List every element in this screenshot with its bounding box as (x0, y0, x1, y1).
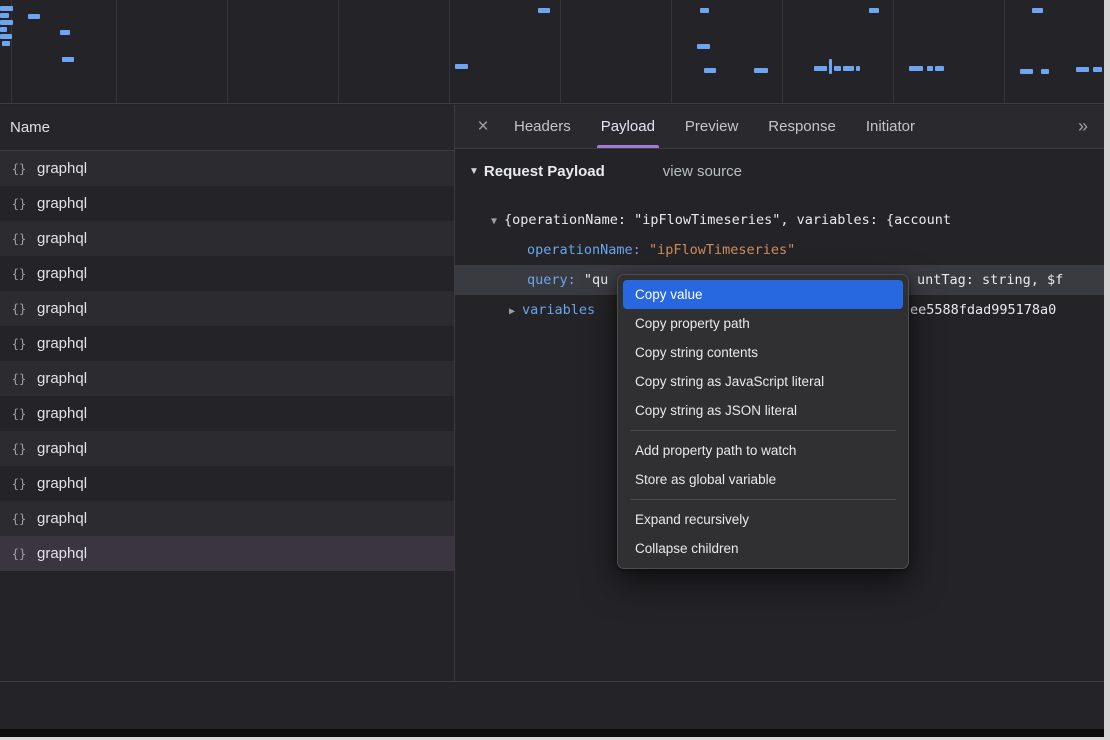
menu-item-copy-string-js-literal[interactable]: Copy string as JavaScript literal (623, 367, 903, 396)
tab-response[interactable]: Response (753, 105, 851, 148)
tab-headers[interactable]: Headers (499, 105, 586, 148)
network-request-table: Name {} graphql {} graphql {} graphql {} gra… (0, 105, 454, 681)
property-value: "qu (584, 272, 608, 288)
json-braces-icon: {} (10, 162, 28, 176)
table-row[interactable]: {} graphql (0, 256, 454, 291)
tree-line-variables[interactable]: ▶ variables (509, 295, 595, 325)
property-key: query: (527, 272, 576, 288)
menu-item-expand-recursively[interactable]: Expand recursively (623, 505, 903, 534)
network-overview-timeline[interactable] (0, 0, 1104, 104)
tab-preview[interactable]: Preview (670, 105, 753, 148)
window-bottom-bar (0, 729, 1104, 737)
table-row[interactable]: {} graphql (0, 466, 454, 501)
collapse-triangle-icon[interactable]: ▼ (491, 216, 497, 227)
json-braces-icon: {} (10, 442, 28, 456)
json-braces-icon: {} (10, 477, 28, 491)
table-row[interactable]: {} graphql (0, 431, 454, 466)
window-edge-right (1104, 0, 1110, 740)
json-braces-icon: {} (10, 512, 28, 526)
tree-line-operation[interactable]: operationName: "ipFlowTimeseries" (527, 235, 795, 265)
request-rows: {}graphql {}graphql {}graphql {}graphql … (0, 151, 454, 571)
object-summary: {operationName: "ipFlowTimeseries", vari… (504, 212, 951, 228)
request-name: graphql (37, 475, 87, 492)
request-name: graphql (37, 405, 87, 422)
request-name: graphql (37, 160, 87, 177)
query-value-fragment: untTag: string, $f (917, 265, 1104, 295)
request-name: graphql (37, 230, 87, 247)
menu-item-add-property-path-to-watch[interactable]: Add property path to watch (623, 436, 903, 465)
table-row-selected[interactable]: {} graphql (0, 536, 454, 571)
request-name: graphql (37, 510, 87, 527)
table-row[interactable]: {} graphql (0, 396, 454, 431)
request-payload-section: ▼ Request Payload view source (469, 163, 742, 180)
details-tabbar: × Headers Payload Preview Response Initi… (455, 105, 1104, 149)
expand-triangle-icon[interactable]: ▶ (509, 306, 515, 317)
view-source-link[interactable]: view source (663, 163, 742, 180)
property-key: variables (522, 302, 595, 318)
property-value: "ipFlowTimeseries" (649, 242, 795, 258)
status-footer (0, 682, 1104, 729)
json-braces-icon: {} (10, 197, 28, 211)
table-row[interactable]: {} graphql (0, 326, 454, 361)
json-braces-icon: {} (10, 337, 28, 351)
table-row[interactable]: {} graphql (0, 151, 454, 186)
table-row[interactable]: {} graphql (0, 501, 454, 536)
tab-payload[interactable]: Payload (586, 105, 670, 148)
name-column-header[interactable]: Name (0, 105, 454, 151)
table-row[interactable]: {} graphql (0, 186, 454, 221)
request-name: graphql (37, 300, 87, 317)
request-name: graphql (37, 440, 87, 457)
menu-item-collapse-children[interactable]: Collapse children (623, 534, 903, 563)
request-name: graphql (37, 370, 87, 387)
json-braces-icon: {} (10, 232, 28, 246)
request-name: graphql (37, 265, 87, 282)
menu-separator (630, 499, 896, 500)
menu-item-copy-value[interactable]: Copy value (623, 280, 903, 309)
request-name: graphql (37, 335, 87, 352)
context-menu: Copy value Copy property path Copy strin… (617, 274, 909, 569)
json-braces-icon: {} (10, 372, 28, 386)
devtools-window: Name {} graphql {} graphql {} graphql {} gra… (0, 0, 1110, 740)
menu-item-store-as-global-variable[interactable]: Store as global variable (623, 465, 903, 494)
section-title: Request Payload (484, 163, 605, 180)
more-tabs-icon[interactable]: » (1062, 116, 1104, 137)
property-key: operationName: (527, 242, 641, 258)
request-name: graphql (37, 545, 87, 562)
menu-item-copy-string-json-literal[interactable]: Copy string as JSON literal (623, 396, 903, 425)
close-icon[interactable]: × (467, 111, 499, 143)
json-braces-icon: {} (10, 302, 28, 316)
table-row[interactable]: {} graphql (0, 221, 454, 256)
tree-root-line[interactable]: ▼ {operationName: "ipFlowTimeseries", var… (491, 205, 951, 235)
json-braces-icon: {} (10, 267, 28, 281)
variables-value-fragment: ee5588fdad995178a0 (910, 295, 1104, 325)
menu-separator (630, 430, 896, 431)
json-braces-icon: {} (10, 547, 28, 561)
table-row[interactable]: {} graphql (0, 291, 454, 326)
request-name: graphql (37, 195, 87, 212)
collapse-triangle-icon[interactable]: ▼ (469, 166, 479, 177)
tab-initiator[interactable]: Initiator (851, 105, 930, 148)
menu-item-copy-property-path[interactable]: Copy property path (623, 309, 903, 338)
menu-item-copy-string-contents[interactable]: Copy string contents (623, 338, 903, 367)
json-braces-icon: {} (10, 407, 28, 421)
table-row[interactable]: {} graphql (0, 361, 454, 396)
